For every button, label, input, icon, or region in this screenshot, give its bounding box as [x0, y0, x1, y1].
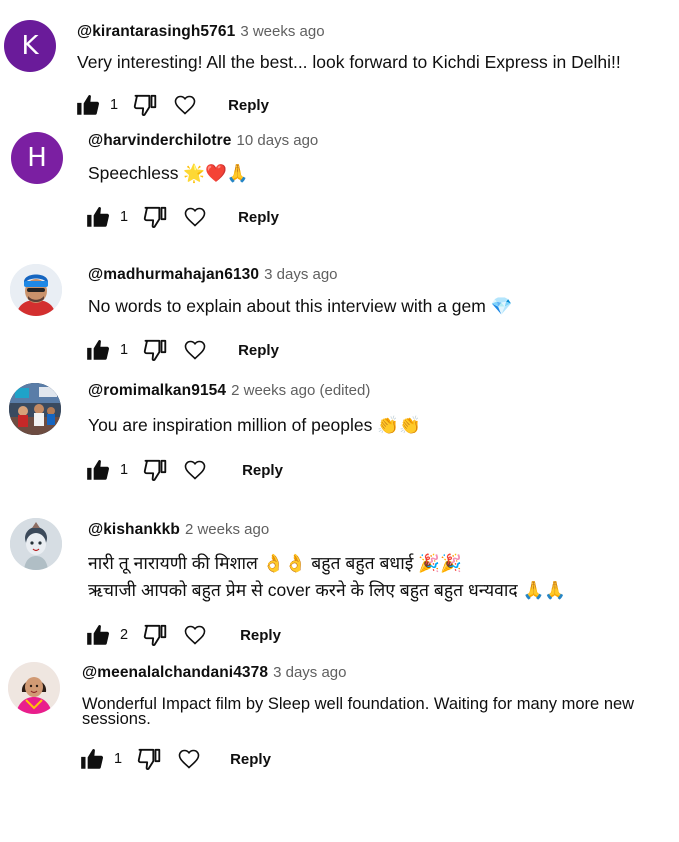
comment-actions: 1 Reply [85, 337, 279, 363]
dislike-icon[interactable] [142, 457, 168, 483]
comment-text: No words to explain about this interview… [88, 296, 513, 316]
comment-author[interactable]: @romimalkan9154 [88, 382, 226, 399]
comment-text: Very interesting! All the best... look f… [77, 52, 621, 72]
comment-actions: 1 Reply [75, 92, 269, 118]
avatar[interactable] [10, 518, 62, 570]
heart-icon[interactable] [182, 622, 208, 648]
like-icon[interactable] [85, 457, 111, 483]
reply-button[interactable]: Reply [238, 342, 279, 359]
heart-icon[interactable] [182, 204, 208, 230]
heart-icon[interactable] [182, 337, 208, 363]
heart-icon[interactable] [182, 457, 208, 483]
like-icon[interactable] [85, 337, 111, 363]
comment-timestamp[interactable]: 3 days ago [264, 266, 337, 283]
comment-text: नारी तू नारायणी की मिशाल 👌👌 बहुत बहुत बध… [88, 553, 567, 600]
like-icon[interactable] [79, 746, 105, 772]
like-count: 1 [110, 97, 119, 113]
comment-header: @kishankkb 2 weeks ago [88, 521, 269, 539]
comment-author[interactable]: @meenalalchandani4378 [82, 664, 268, 681]
comment-author[interactable]: @kishankkb [88, 521, 180, 538]
reply-button[interactable]: Reply [228, 97, 269, 114]
comment-header: @meenalalchandani4378 3 days ago [82, 664, 346, 682]
avatar[interactable] [9, 383, 61, 435]
like-icon[interactable] [75, 92, 101, 118]
comment-header: @harvinderchilotre 10 days ago [88, 132, 318, 150]
comment-actions: 1 Reply [85, 457, 283, 483]
comment-author[interactable]: @kirantarasingh5761 [77, 23, 235, 40]
comment-timestamp[interactable]: 3 weeks ago [240, 23, 324, 40]
reply-button[interactable]: Reply [230, 751, 271, 768]
like-count: 1 [120, 462, 129, 478]
reply-button[interactable]: Reply [238, 209, 279, 226]
heart-icon[interactable] [172, 92, 198, 118]
like-count: 1 [114, 751, 123, 767]
comment-header: @madhurmahajan6130 3 days ago [88, 266, 338, 284]
avatar-letter: H [27, 143, 47, 173]
comment-timestamp[interactable]: 3 days ago [273, 664, 346, 681]
comment-text: Wonderful Impact film by Sleep well foun… [82, 695, 639, 728]
comment-actions: 1 Reply [79, 746, 271, 772]
comment-author[interactable]: @harvinderchilotre [88, 132, 232, 149]
heart-icon[interactable] [176, 746, 202, 772]
avatar[interactable]: H [11, 132, 63, 184]
man-with-beanie-photo [10, 264, 62, 316]
like-count: 1 [120, 342, 129, 358]
comment-header: @kirantarasingh5761 3 weeks ago [77, 23, 325, 41]
like-count: 2 [120, 627, 129, 643]
dislike-icon[interactable] [142, 337, 168, 363]
reply-button[interactable]: Reply [242, 462, 283, 479]
comment-timestamp[interactable]: 2 weeks ago [185, 521, 269, 538]
comment-author[interactable]: @madhurmahajan6130 [88, 266, 259, 283]
like-count: 1 [120, 209, 129, 225]
comment-text: You are inspiration million of peoples 👏… [88, 415, 421, 435]
comment-actions: 2 Reply [85, 622, 281, 648]
like-icon[interactable] [85, 622, 111, 648]
child-deity-photo [10, 518, 62, 570]
comment-actions: 1 Reply [85, 204, 279, 230]
dislike-icon[interactable] [142, 622, 168, 648]
woman-portrait-photo [8, 662, 60, 714]
avatar-letter: K [21, 31, 39, 61]
avatar[interactable]: K [4, 20, 56, 72]
group-room-photo [9, 383, 61, 435]
comment-text: Speechless 🌟❤️🙏 [88, 163, 249, 183]
avatar[interactable] [8, 662, 60, 714]
like-icon[interactable] [85, 204, 111, 230]
avatar[interactable] [10, 264, 62, 316]
dislike-icon[interactable] [132, 92, 158, 118]
comment-timestamp[interactable]: 2 weeks ago (edited) [231, 382, 370, 399]
reply-button[interactable]: Reply [240, 627, 281, 644]
comment-header: @romimalkan9154 2 weeks ago (edited) [88, 382, 370, 400]
comment-timestamp[interactable]: 10 days ago [237, 132, 319, 149]
dislike-icon[interactable] [142, 204, 168, 230]
dislike-icon[interactable] [136, 746, 162, 772]
